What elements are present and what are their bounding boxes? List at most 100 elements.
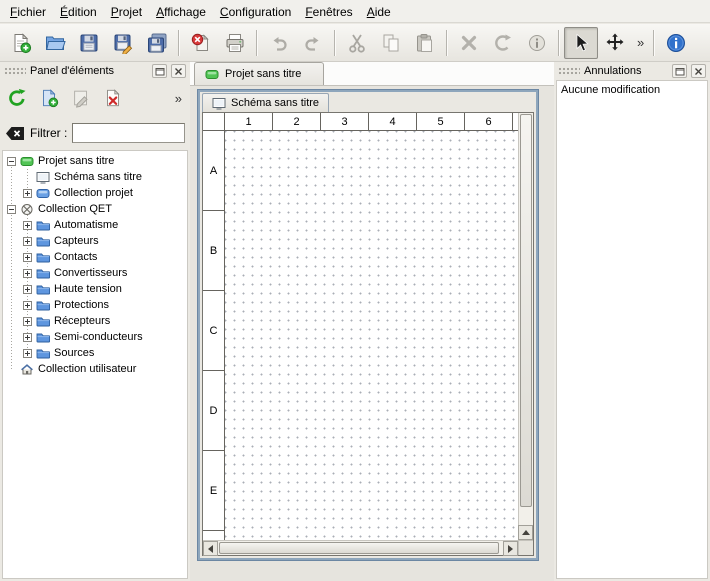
menu-fenetres[interactable]: Fenêtres xyxy=(298,1,359,22)
horizontal-scrollbar[interactable] xyxy=(203,540,518,555)
help-button[interactable] xyxy=(659,27,693,59)
dock-close-button[interactable] xyxy=(691,64,706,78)
redo-icon xyxy=(302,32,324,54)
tree-item-contacts[interactable]: Contacts xyxy=(3,249,187,265)
diagram-tab-bar: Schéma sans titre xyxy=(200,92,536,112)
expand-expander-icon[interactable] xyxy=(23,349,32,358)
scroll-up-button[interactable] xyxy=(518,525,533,540)
horizontal-scroll-thumb[interactable] xyxy=(219,542,499,554)
save-all-button[interactable] xyxy=(140,27,174,59)
expand-expander-icon[interactable] xyxy=(23,301,32,310)
vertical-scroll-thumb[interactable] xyxy=(520,114,532,507)
close-file-button[interactable] xyxy=(184,27,218,59)
tree-item-recepteurs[interactable]: Récepteurs xyxy=(3,313,187,329)
expand-expander-icon[interactable] xyxy=(23,253,32,262)
menu-fichier[interactable]: Fichier xyxy=(3,1,53,22)
elements-panel-title: Panel d'éléments xyxy=(30,65,148,77)
rotate-button[interactable] xyxy=(486,27,520,59)
move-mode-button[interactable] xyxy=(598,27,632,59)
diagram-canvas[interactable] xyxy=(225,131,518,540)
undo-button[interactable] xyxy=(262,27,296,59)
collapse-expander-icon[interactable] xyxy=(7,157,16,166)
toolbar-overflow-chevron[interactable]: » xyxy=(632,35,649,50)
new-document-button[interactable] xyxy=(4,27,38,59)
undo-history-list: Aucune modification xyxy=(556,80,708,579)
new-element-button[interactable] xyxy=(35,84,63,112)
folder-icon xyxy=(36,283,50,296)
tree-item-protections[interactable]: Protections xyxy=(3,297,187,313)
reload-icon xyxy=(7,88,27,108)
menu-edition[interactable]: Édition xyxy=(53,1,104,22)
tree-item-collection-utilisateur[interactable]: Collection utilisateur xyxy=(3,361,187,377)
collapse-expander-icon[interactable] xyxy=(7,205,16,214)
expand-expander-icon[interactable] xyxy=(23,285,32,294)
new-element-icon xyxy=(39,88,59,108)
menu-projet[interactable]: Projet xyxy=(104,1,149,22)
toolbar-separator xyxy=(334,30,336,56)
menu-aide[interactable]: Aide xyxy=(360,1,398,22)
filter-input[interactable] xyxy=(72,123,185,143)
save-icon xyxy=(78,32,100,54)
delete-icon xyxy=(458,32,480,54)
paste-icon xyxy=(414,32,436,54)
scroll-left-button[interactable] xyxy=(203,541,218,556)
copy-button[interactable] xyxy=(374,27,408,59)
expand-expander-icon[interactable] xyxy=(23,189,32,198)
delete-button[interactable] xyxy=(452,27,486,59)
tab-schema-sans-titre[interactable]: Schéma sans titre xyxy=(202,93,329,112)
help-icon xyxy=(665,32,687,54)
column-label: 5 xyxy=(417,113,465,130)
folder-icon xyxy=(36,331,50,344)
vertical-scrollbar[interactable] xyxy=(518,113,533,540)
tree-item-collection-projet[interactable]: Collection projet xyxy=(3,185,187,201)
diagram-icon xyxy=(36,171,50,184)
select-mode-button[interactable] xyxy=(564,27,598,59)
open-button[interactable] xyxy=(38,27,72,59)
expand-expander-icon[interactable] xyxy=(23,333,32,342)
tree-item-haute-tension[interactable]: Haute tension xyxy=(3,281,187,297)
save-as-button[interactable] xyxy=(106,27,140,59)
folder-icon xyxy=(36,251,50,264)
delete-element-button[interactable] xyxy=(99,84,127,112)
print-button[interactable] xyxy=(218,27,252,59)
diagram-icon xyxy=(212,97,226,110)
menu-configuration[interactable]: Configuration xyxy=(213,1,298,22)
scroll-right-button[interactable] xyxy=(503,541,518,556)
tree-item-convertisseurs[interactable]: Convertisseurs xyxy=(3,265,187,281)
dock-float-button[interactable] xyxy=(672,64,687,78)
save-as-icon xyxy=(112,32,134,54)
tree-item-schema[interactable]: Schéma sans titre xyxy=(3,169,187,185)
cut-button[interactable] xyxy=(340,27,374,59)
tree-item-automatisme[interactable]: Automatisme xyxy=(3,217,187,233)
expand-expander-icon[interactable] xyxy=(23,269,32,278)
close-file-icon xyxy=(190,32,212,54)
expand-expander-icon[interactable] xyxy=(23,221,32,230)
expand-expander-icon[interactable] xyxy=(23,237,32,246)
expand-expander-icon[interactable] xyxy=(23,317,32,326)
tree-item-semi-conducteurs[interactable]: Semi-conducteurs xyxy=(3,329,187,345)
folder-icon xyxy=(36,347,50,360)
edit-element-button[interactable] xyxy=(67,84,95,112)
dock-grip-handle[interactable] xyxy=(558,67,580,76)
tree-item-project[interactable]: Projet sans titre xyxy=(3,153,187,169)
paste-button[interactable] xyxy=(408,27,442,59)
dock-float-button[interactable] xyxy=(152,64,167,78)
toolbar-separator xyxy=(558,30,560,56)
redo-button[interactable] xyxy=(296,27,330,59)
menu-affichage[interactable]: Affichage xyxy=(149,1,213,22)
reload-collections-button[interactable] xyxy=(3,84,31,112)
workspace-area: Projet sans titre Schéma sans titre 1 2 … xyxy=(190,62,554,581)
info-button[interactable] xyxy=(520,27,554,59)
qet-collection-icon xyxy=(20,203,34,216)
dock-grip-handle[interactable] xyxy=(4,67,26,76)
panel-overflow-chevron[interactable]: » xyxy=(170,91,187,106)
dock-close-button[interactable] xyxy=(171,64,186,78)
project-tab-bar: Projet sans titre xyxy=(190,62,554,86)
save-button[interactable] xyxy=(72,27,106,59)
tree-item-capteurs[interactable]: Capteurs xyxy=(3,233,187,249)
toolbar-separator xyxy=(256,30,258,56)
tab-projet-sans-titre[interactable]: Projet sans titre xyxy=(194,62,324,85)
clear-filter-button[interactable] xyxy=(5,126,25,141)
tree-item-collection-qet[interactable]: Collection QET xyxy=(3,201,187,217)
tree-item-sources[interactable]: Sources xyxy=(3,345,187,361)
